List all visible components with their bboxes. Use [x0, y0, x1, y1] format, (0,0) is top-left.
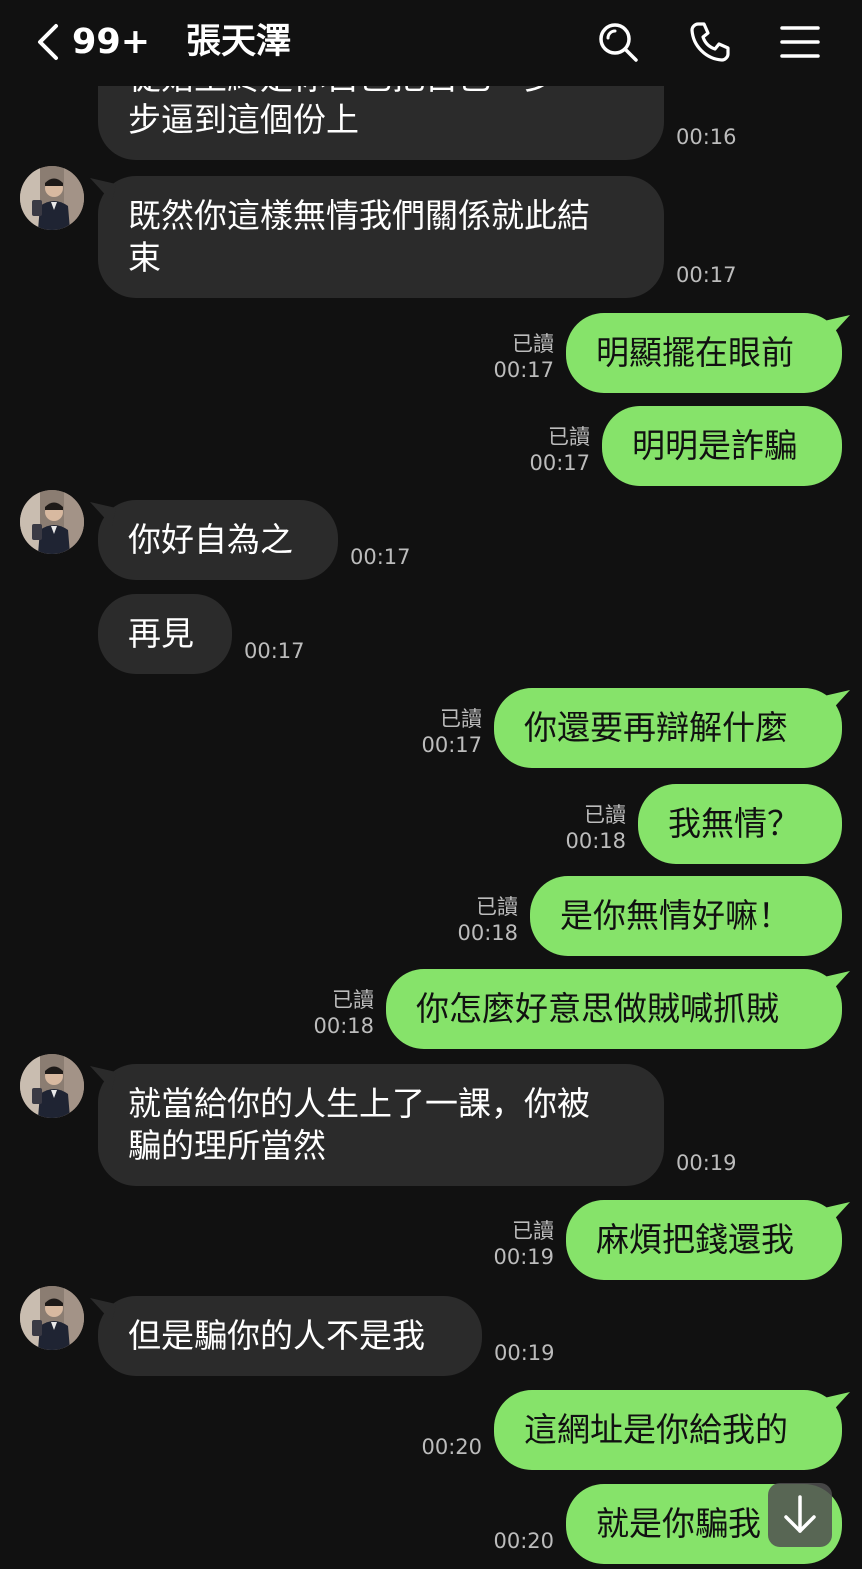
message-bubble[interactable]: 再見: [98, 594, 232, 674]
incoming-message: 就當給你的人生上了一課，你被 騙的理所當然 00:19: [0, 1054, 862, 1186]
message-text: 明明是詐騙: [632, 426, 797, 465]
back-button[interactable]: [28, 20, 68, 64]
bubble-tail: [824, 971, 850, 995]
message-text: 你好自為之: [128, 520, 293, 559]
message-text: 步逼到這個份上: [128, 100, 359, 139]
message-bubble[interactable]: 你還要再辯解什麼: [494, 688, 842, 768]
avatar[interactable]: [20, 1286, 84, 1350]
chevron-left-icon: [38, 24, 58, 60]
message-text: 就當給你的人生上了一課，你被: [128, 1084, 590, 1123]
message-bubble[interactable]: 你好自為之: [98, 500, 338, 580]
menu-button[interactable]: [776, 18, 824, 66]
message-bubble[interactable]: 明顯擺在眼前: [566, 313, 842, 393]
message-text: 這網址是你給我的: [524, 1410, 788, 1449]
message-time: 00:20: [493, 1529, 554, 1553]
message-time: 00:16: [676, 125, 737, 149]
message-bubble[interactable]: 麻煩把錢還我: [566, 1200, 842, 1280]
outgoing-message: 是你無情好嘛！ 已讀 00:18: [0, 876, 862, 956]
message-bubble[interactable]: 就當給你的人生上了一課，你被 騙的理所當然: [98, 1064, 664, 1186]
outgoing-message: 麻煩把錢還我 已讀 00:19: [0, 1200, 862, 1280]
avatar-photo: [20, 1286, 84, 1350]
arrow-down-icon: [784, 1495, 816, 1533]
message-time: 00:19: [493, 1245, 554, 1269]
bubble-tail: [90, 1066, 116, 1090]
read-receipt: 已讀: [548, 425, 590, 449]
search-icon: [599, 23, 638, 62]
contact-name: 張天澤: [186, 22, 292, 62]
message-bubble[interactable]: 這網址是你給我的: [494, 1390, 842, 1470]
message-bubble[interactable]: 你怎麼好意思做賊喊抓賊: [386, 969, 842, 1049]
menu-icon: [780, 26, 820, 58]
message-text: 騙的理所當然: [128, 1126, 326, 1165]
avatar-photo: [20, 166, 84, 230]
chat-header: 99+ 張天澤: [0, 0, 862, 86]
message-time: 00:18: [457, 921, 518, 945]
message-time: 00:17: [350, 545, 411, 569]
message-bubble[interactable]: 明明是詐騙: [602, 406, 842, 486]
outgoing-message: 你還要再辯解什麼 已讀 00:17: [0, 688, 862, 768]
message-text: 你怎麼好意思做賊喊抓賊: [416, 989, 779, 1028]
chat-screen: 99+ 張天澤 從始至終是你自己把自己一步一步逼到這個份上00:16: [0, 0, 862, 1569]
bubble-tail: [824, 1392, 850, 1416]
incoming-message: 既然你這樣無情我們關係就此結束 00:17: [0, 166, 862, 298]
message-text: 既然你這樣無情我們關係就此結: [128, 196, 590, 235]
phone-icon: [690, 22, 730, 62]
message-time: 00:17: [529, 451, 590, 475]
avatar-photo: [20, 1054, 84, 1118]
message-text: 你還要再辯解什麼: [524, 708, 788, 747]
outgoing-message: 明顯擺在眼前 已讀 00:17: [0, 313, 862, 393]
incoming-message: 但是騙你的人不是我 00:19: [0, 1286, 862, 1376]
bubble-tail: [90, 502, 116, 526]
message-time: 00:17: [493, 358, 554, 382]
message-time: 00:17: [244, 639, 305, 663]
bubble-tail: [824, 315, 850, 339]
read-receipt: 已讀: [584, 803, 626, 827]
bubble-tail: [90, 1298, 116, 1322]
message-bubble[interactable]: 我無情？: [638, 784, 842, 864]
read-receipt: 已讀: [476, 895, 518, 919]
bubble-tail: [824, 1202, 850, 1226]
outgoing-message: 明明是詐騙 已讀 00:17: [0, 406, 862, 486]
avatar[interactable]: [20, 490, 84, 554]
message-bubble[interactable]: 是你無情好嘛！: [530, 876, 842, 956]
read-receipt: 已讀: [512, 1219, 554, 1243]
message-text: 但是騙你的人不是我: [128, 1316, 425, 1355]
read-receipt: 已讀: [512, 332, 554, 356]
outgoing-message: 這網址是你給我的 00:20: [0, 1390, 862, 1470]
message-text: 我無情？: [668, 804, 800, 843]
outgoing-message: 你怎麼好意思做賊喊抓賊 已讀 00:18: [0, 969, 862, 1049]
message-text: 再見: [128, 614, 194, 653]
incoming-message: 你好自為之 00:17: [0, 490, 862, 580]
unread-count-badge: 99+: [72, 22, 151, 62]
message-time: 00:18: [313, 1014, 374, 1038]
scroll-to-bottom-button[interactable]: [768, 1483, 832, 1547]
message-time: 00:19: [494, 1341, 555, 1365]
message-bubble[interactable]: 但是騙你的人不是我: [98, 1296, 482, 1376]
message-text: 麻煩把錢還我: [596, 1220, 794, 1259]
message-text: 明顯擺在眼前: [596, 333, 794, 372]
read-receipt: 已讀: [332, 988, 374, 1012]
message-bubble[interactable]: 既然你這樣無情我們關係就此結束: [98, 176, 664, 298]
outgoing-message: 就是你騙我 00:20: [0, 1484, 862, 1564]
call-button[interactable]: [686, 18, 734, 66]
message-time: 00:18: [565, 829, 626, 853]
message-time: 00:20: [421, 1435, 482, 1459]
bubble-tail: [90, 178, 116, 202]
avatar[interactable]: [20, 166, 84, 230]
read-receipt: 已讀: [440, 707, 482, 731]
message-time: 00:19: [676, 1151, 737, 1175]
bubble-tail: [824, 690, 850, 714]
outgoing-message: 我無情？ 已讀 00:18: [0, 784, 862, 864]
message-text: 束: [128, 238, 161, 277]
message-time: 00:17: [676, 263, 737, 287]
message-time: 00:17: [421, 733, 482, 757]
incoming-message: 再見 00:17: [0, 594, 862, 674]
avatar-photo: [20, 490, 84, 554]
message-text: 是你無情好嘛！: [560, 896, 791, 935]
search-button[interactable]: [594, 18, 642, 66]
avatar[interactable]: [20, 1054, 84, 1118]
